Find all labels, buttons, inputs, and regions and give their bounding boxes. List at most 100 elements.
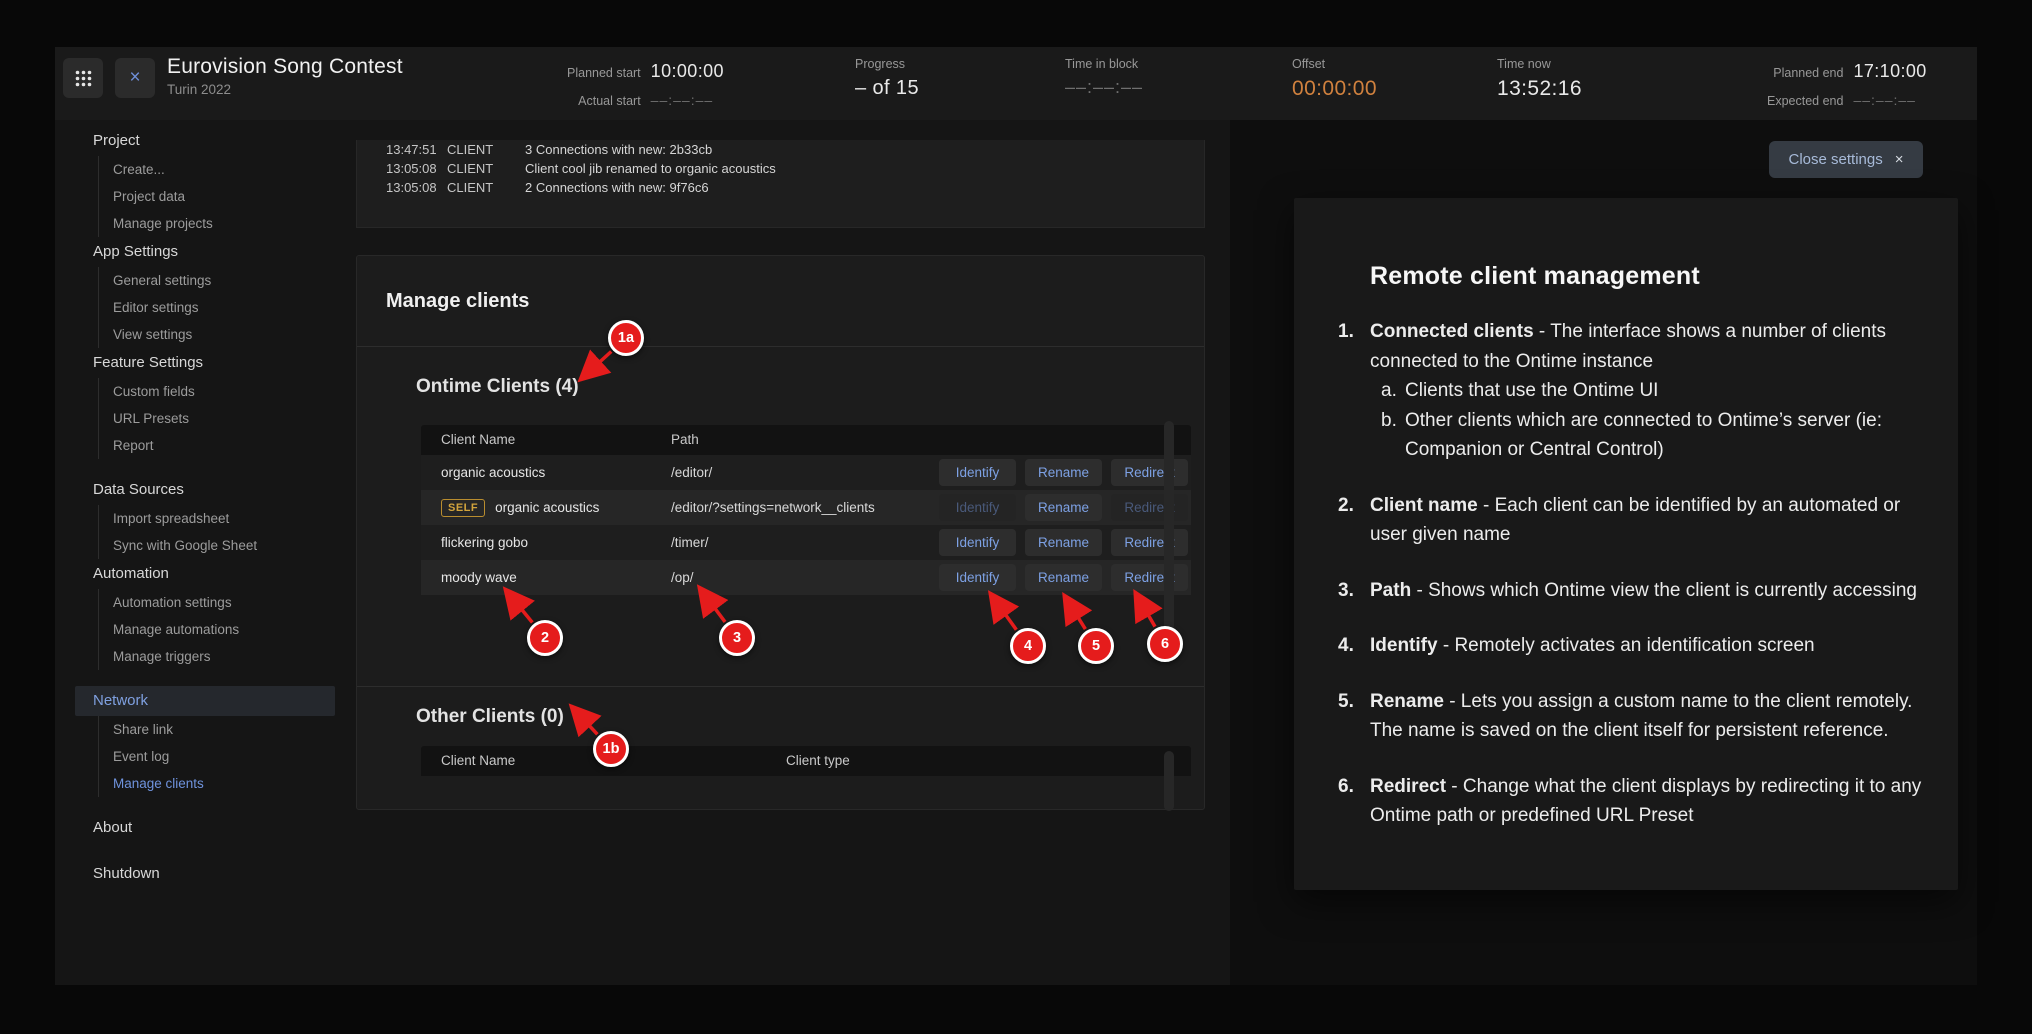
close-icon: × — [1895, 151, 1904, 168]
identify-button: Identify — [939, 494, 1016, 521]
client-name-cell: flickering gobo — [441, 525, 528, 560]
client-actions: Identify Rename Redirect — [939, 529, 1188, 556]
sidebar-item-editor-settings[interactable]: Editor settings — [99, 294, 335, 321]
time-now-value: 13:52:16 — [1497, 77, 1582, 101]
doc-item-number: 2. — [1338, 491, 1354, 521]
time-now-group: Time now 13:52:16 — [1497, 57, 1582, 101]
manage-clients-panel: Manage clients Ontime Clients (4) Client… — [356, 255, 1205, 810]
doc-item: 2.Client name - Each client can be ident… — [1370, 491, 1934, 550]
identify-button[interactable]: Identify — [939, 529, 1016, 556]
sidebar-section-app-settings: App SettingsGeneral settingsEditor setti… — [75, 237, 335, 348]
log-origin-tag: CLIENT — [447, 159, 493, 178]
sidebar-item-network[interactable]: Network — [75, 686, 335, 716]
sidebar-item-create[interactable]: Create... — [99, 156, 335, 183]
doc-item-number: 3. — [1338, 576, 1354, 606]
sidebar-item-automation-settings[interactable]: Automation settings — [99, 589, 335, 616]
log-message: 3 Connections with new: 2b33cb — [525, 140, 712, 159]
doc-item: 3.Path - Shows which Ontime view the cli… — [1370, 576, 1934, 606]
sidebar-section-automation: AutomationAutomation settingsManage auto… — [75, 559, 335, 670]
annotation-marker-1a: 1a — [608, 320, 644, 356]
progress-label: Progress — [855, 57, 919, 71]
close-settings-toggle-button[interactable]: × — [115, 58, 155, 98]
doc-item: 6.Redirect - Change what the client disp… — [1370, 772, 1934, 831]
redirect-button[interactable]: Redirect — [1111, 459, 1188, 486]
redirect-button[interactable]: Redirect — [1111, 529, 1188, 556]
actual-start-label: Actual start — [567, 94, 641, 108]
close-settings-button[interactable]: Close settings × — [1769, 141, 1923, 178]
sidebar-item-shutdown[interactable]: Shutdown — [75, 859, 335, 889]
event-log-row: 13:05:08CLIENT2 Connections with new: 9f… — [357, 178, 1204, 197]
sidebar-section-shutdown: Shutdown — [75, 859, 335, 889]
rename-button[interactable]: Rename — [1025, 494, 1102, 521]
client-actions: Identify Rename Redirect — [939, 494, 1188, 521]
sidebar-item-general-settings[interactable]: General settings — [99, 267, 335, 294]
app-header: × Eurovision Song Contest Turin 2022 Pla… — [55, 47, 1977, 120]
doc-item: 4.Identify - Remotely activates an ident… — [1370, 631, 1934, 661]
sidebar-item-share-link[interactable]: Share link — [99, 716, 335, 743]
sidebar-item-report[interactable]: Report — [99, 432, 335, 459]
redirect-button: Redirect — [1111, 494, 1188, 521]
close-icon: × — [129, 67, 140, 89]
sidebar-item-about[interactable]: About — [75, 813, 335, 843]
planned-end-value: 17:10:00 — [1853, 61, 1926, 82]
sidebar-item-manage-triggers[interactable]: Manage triggers — [99, 643, 335, 670]
identify-button[interactable]: Identify — [939, 459, 1016, 486]
sidebar-item-view-settings[interactable]: View settings — [99, 321, 335, 348]
sidebar-item-event-log[interactable]: Event log — [99, 743, 335, 770]
sidebar-item-url-presets[interactable]: URL Presets — [99, 405, 335, 432]
sidebar-item-manage-clients[interactable]: Manage clients — [99, 770, 335, 797]
other-clients-heading: Other Clients (0) — [416, 706, 564, 728]
client-name-cell: organic acoustics — [441, 455, 545, 490]
sidebar-item-custom-fields[interactable]: Custom fields — [99, 378, 335, 405]
offset-group: Offset 00:00:00 — [1292, 57, 1377, 101]
rename-button[interactable]: Rename — [1025, 529, 1102, 556]
client-name-cell: SELForganic acoustics — [441, 490, 599, 525]
log-message: Client cool jib renamed to organic acous… — [525, 159, 776, 178]
sidebar-item-project-data[interactable]: Project data — [99, 183, 335, 210]
doc-item: 1.Connected clients - The interface show… — [1370, 317, 1934, 465]
identify-button[interactable]: Identify — [939, 564, 1016, 591]
client-row: flickering gobo/timer/IdentifyRenameRedi… — [421, 525, 1191, 560]
page: × Eurovision Song Contest Turin 2022 Pla… — [0, 0, 2032, 1034]
sidebar-item-sync-with-google-sheet[interactable]: Sync with Google Sheet — [99, 532, 335, 559]
time-in-block-label: Time in block — [1065, 57, 1143, 71]
scrollbar-thumb[interactable] — [1164, 751, 1174, 811]
sidebar-item-manage-automations[interactable]: Manage automations — [99, 616, 335, 643]
project-title: Eurovision Song Contest — [167, 55, 403, 79]
log-time: 13:05:08 — [386, 178, 437, 197]
sidebar-item-automation[interactable]: Automation — [75, 559, 335, 589]
doc-title: Remote client management — [1370, 262, 1934, 291]
client-actions: Identify Rename Redirect — [939, 564, 1188, 591]
documentation-panel: Remote client management 1.Connected cli… — [1294, 198, 1958, 890]
sidebar-section-about: About — [75, 813, 335, 843]
sidebar-item-data-sources[interactable]: Data Sources — [75, 475, 335, 505]
event-log-rows: 13:47:51 CLIENT 3 Connections with new: 2b… — [357, 140, 1204, 197]
scrollbar-thumb[interactable] — [1164, 421, 1174, 651]
sidebar-item-import-spreadsheet[interactable]: Import spreadsheet — [99, 505, 335, 532]
sidebar-section-project: ProjectCreate...Project dataManage proje… — [75, 126, 335, 237]
apps-grid-button[interactable] — [63, 58, 103, 98]
sidebar-item-feature-settings[interactable]: Feature Settings — [75, 348, 335, 378]
sidebar-subitems: Import spreadsheetSync with Google Sheet — [98, 505, 335, 559]
doc-sublist: a.Clients that use the Ontime UIb.Other … — [1370, 376, 1934, 465]
rename-button[interactable]: Rename — [1025, 459, 1102, 486]
client-path-cell: /op/ — [671, 560, 694, 595]
manage-clients-title: Manage clients — [386, 290, 529, 313]
sidebar-item-project[interactable]: Project — [75, 126, 335, 156]
doc-item-term: Path — [1370, 580, 1411, 601]
sidebar-item-app-settings[interactable]: App Settings — [75, 237, 335, 267]
log-message: 2 Connections with new: 9f76c6 — [525, 178, 709, 197]
log-time: 13:47:51 — [386, 140, 437, 159]
sidebar-item-manage-projects[interactable]: Manage projects — [99, 210, 335, 237]
redirect-button[interactable]: Redirect — [1111, 564, 1188, 591]
log-origin-tag: CLIENT — [447, 140, 493, 159]
progress-value: – of 15 — [855, 77, 919, 100]
column-header-path: Path — [671, 425, 699, 455]
settings-sidebar: ProjectCreate...Project dataManage proje… — [75, 120, 335, 889]
doc-sub-number: a. — [1381, 376, 1397, 406]
rename-button[interactable]: Rename — [1025, 564, 1102, 591]
column-header-client-name: Client Name — [441, 425, 515, 455]
event-log-row: 13:47:51 CLIENT 3 Connections with new: 2b… — [357, 140, 1204, 159]
client-name: organic acoustics — [441, 465, 545, 480]
client-name: organic acoustics — [495, 500, 599, 515]
